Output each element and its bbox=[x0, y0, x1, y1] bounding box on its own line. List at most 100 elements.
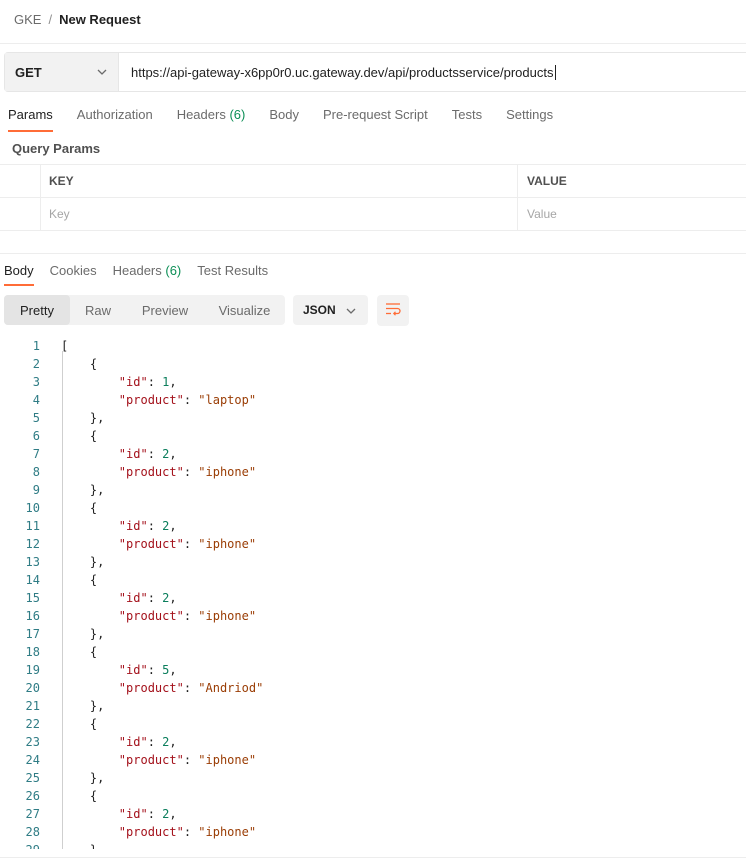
code-text: { bbox=[61, 501, 98, 515]
response-tabs: Body Cookies Headers (6) Test Results bbox=[4, 263, 284, 287]
code-text: "id": 2, bbox=[118, 447, 177, 461]
format-pretty-button[interactable]: Pretty bbox=[4, 295, 70, 325]
code-text: "id": 2, bbox=[118, 735, 177, 749]
tab-settings[interactable]: Settings bbox=[506, 107, 553, 131]
code-text: "product": "iphone" bbox=[118, 537, 257, 551]
code-line: 17 }, bbox=[0, 625, 746, 643]
format-preview-button[interactable]: Preview bbox=[126, 295, 204, 325]
line-number: 11 bbox=[25, 519, 40, 533]
code-line: 15 "id": 2, bbox=[0, 589, 746, 607]
response-tab-body[interactable]: Body bbox=[4, 263, 34, 286]
tab-pre-request-script[interactable]: Pre-request Script bbox=[323, 107, 428, 131]
response-tab-test-results[interactable]: Test Results bbox=[197, 263, 268, 285]
format-toggle-group: Pretty Raw Preview Visualize bbox=[4, 295, 285, 325]
response-tab-cookies[interactable]: Cookies bbox=[50, 263, 97, 285]
line-number: 29 bbox=[0, 843, 40, 849]
code-line: 5 }, bbox=[0, 409, 746, 427]
code-text: { bbox=[61, 645, 98, 659]
line-number: 1 bbox=[32, 339, 40, 353]
code-line: 12 "product": "iphone" bbox=[0, 535, 746, 553]
code-text: { bbox=[61, 429, 98, 443]
response-body-viewer[interactable]: 1[2 {3 "id": 1, 4 "product": "laptop" 5 },… bbox=[0, 337, 746, 849]
header-divider bbox=[0, 43, 746, 44]
tab-label: Headers bbox=[176, 107, 226, 122]
value-input[interactable]: Value bbox=[518, 198, 746, 230]
code-line: 18 { bbox=[0, 643, 746, 661]
table-row: Key Value bbox=[0, 198, 746, 231]
url-input[interactable]: https://api-gateway-x6pp0r0.uc.gateway.d… bbox=[119, 53, 556, 91]
tab-label: Cookies bbox=[49, 263, 97, 278]
breadcrumb-collection[interactable]: GKE bbox=[14, 12, 41, 27]
row-checkbox-cell bbox=[0, 198, 41, 230]
key-placeholder: Key bbox=[49, 207, 70, 221]
line-number: 10 bbox=[25, 501, 40, 515]
line-number: 5 bbox=[32, 411, 40, 425]
key-input[interactable]: Key bbox=[41, 198, 518, 230]
code-line: 4 "product": "laptop" bbox=[0, 391, 746, 409]
line-number: 26 bbox=[25, 789, 40, 803]
query-params-title: Query Params bbox=[12, 141, 101, 156]
tab-tests[interactable]: Tests bbox=[452, 107, 482, 131]
code-text: "product": "iphone" bbox=[118, 609, 257, 623]
code-line: 27 "id": 2, bbox=[0, 805, 746, 823]
code-text: }, bbox=[61, 555, 105, 569]
breadcrumb-separator: / bbox=[48, 11, 53, 27]
code-text: }, bbox=[61, 843, 104, 849]
line-number: 27 bbox=[25, 807, 40, 821]
code-text: }, bbox=[61, 771, 105, 785]
code-line: 2 { bbox=[0, 355, 746, 373]
language-label: JSON bbox=[303, 303, 336, 317]
line-number: 7 bbox=[32, 447, 40, 461]
code-line: 20 "product": "Andriod" bbox=[0, 679, 746, 697]
tab-body[interactable]: Body bbox=[269, 107, 299, 131]
code-text: "product": "Andriod" bbox=[118, 681, 264, 695]
code-line: 26 { bbox=[0, 787, 746, 805]
tab-params[interactable]: Params bbox=[8, 107, 53, 132]
line-number: 28 bbox=[25, 825, 40, 839]
line-number: 22 bbox=[25, 717, 40, 731]
method-label: GET bbox=[15, 64, 42, 80]
bottom-divider bbox=[0, 857, 746, 858]
query-params-table: KEY VALUE Key Value bbox=[0, 164, 746, 231]
method-select[interactable]: GET bbox=[5, 53, 119, 91]
tab-label: Authorization bbox=[76, 107, 153, 122]
response-tab-headers[interactable]: Headers (6) bbox=[113, 263, 182, 285]
tab-label: Settings bbox=[506, 107, 554, 122]
checkbox-column-header bbox=[0, 165, 41, 197]
line-number: 21 bbox=[25, 699, 40, 713]
table-header-row: KEY VALUE bbox=[0, 165, 746, 198]
code-text: }, bbox=[61, 483, 105, 497]
line-number: 6 bbox=[32, 429, 40, 443]
chevron-down-icon bbox=[96, 66, 108, 78]
request-title[interactable]: New Request bbox=[59, 12, 141, 27]
code-text: [ bbox=[61, 339, 69, 353]
tab-authorization[interactable]: Authorization bbox=[77, 107, 153, 131]
code-text: "id": 2, bbox=[118, 807, 177, 821]
response-divider bbox=[0, 253, 746, 254]
code-text: }, bbox=[61, 699, 105, 713]
wrap-lines-button[interactable] bbox=[377, 295, 409, 326]
language-select[interactable]: JSON bbox=[293, 295, 368, 325]
tab-label: Tests bbox=[451, 107, 483, 122]
line-number: 16 bbox=[25, 609, 40, 623]
wrap-lines-icon bbox=[385, 302, 401, 319]
code-line: 3 "id": 1, bbox=[0, 373, 746, 391]
code-line: 21 }, bbox=[0, 697, 746, 715]
code-line: 23 "id": 2, bbox=[0, 733, 746, 751]
code-text: }, bbox=[61, 627, 105, 641]
format-visualize-button[interactable]: Visualize bbox=[204, 295, 285, 325]
code-text: { bbox=[61, 357, 98, 371]
text-caret bbox=[554, 64, 556, 80]
tab-label: Body bbox=[4, 263, 34, 278]
code-line: 1[ bbox=[0, 337, 746, 355]
key-column-header: KEY bbox=[41, 165, 518, 197]
code-line: 28 "product": "iphone" bbox=[0, 823, 746, 841]
code-text: "id": 2, bbox=[118, 519, 177, 533]
line-number: 2 bbox=[32, 357, 40, 371]
format-raw-button[interactable]: Raw bbox=[70, 295, 126, 325]
code-line: 6 { bbox=[0, 427, 746, 445]
code-line: 25 }, bbox=[0, 769, 746, 787]
code-line: 9 }, bbox=[0, 481, 746, 499]
code-text: { bbox=[61, 717, 98, 731]
tab-headers[interactable]: Headers (6) bbox=[177, 107, 246, 131]
